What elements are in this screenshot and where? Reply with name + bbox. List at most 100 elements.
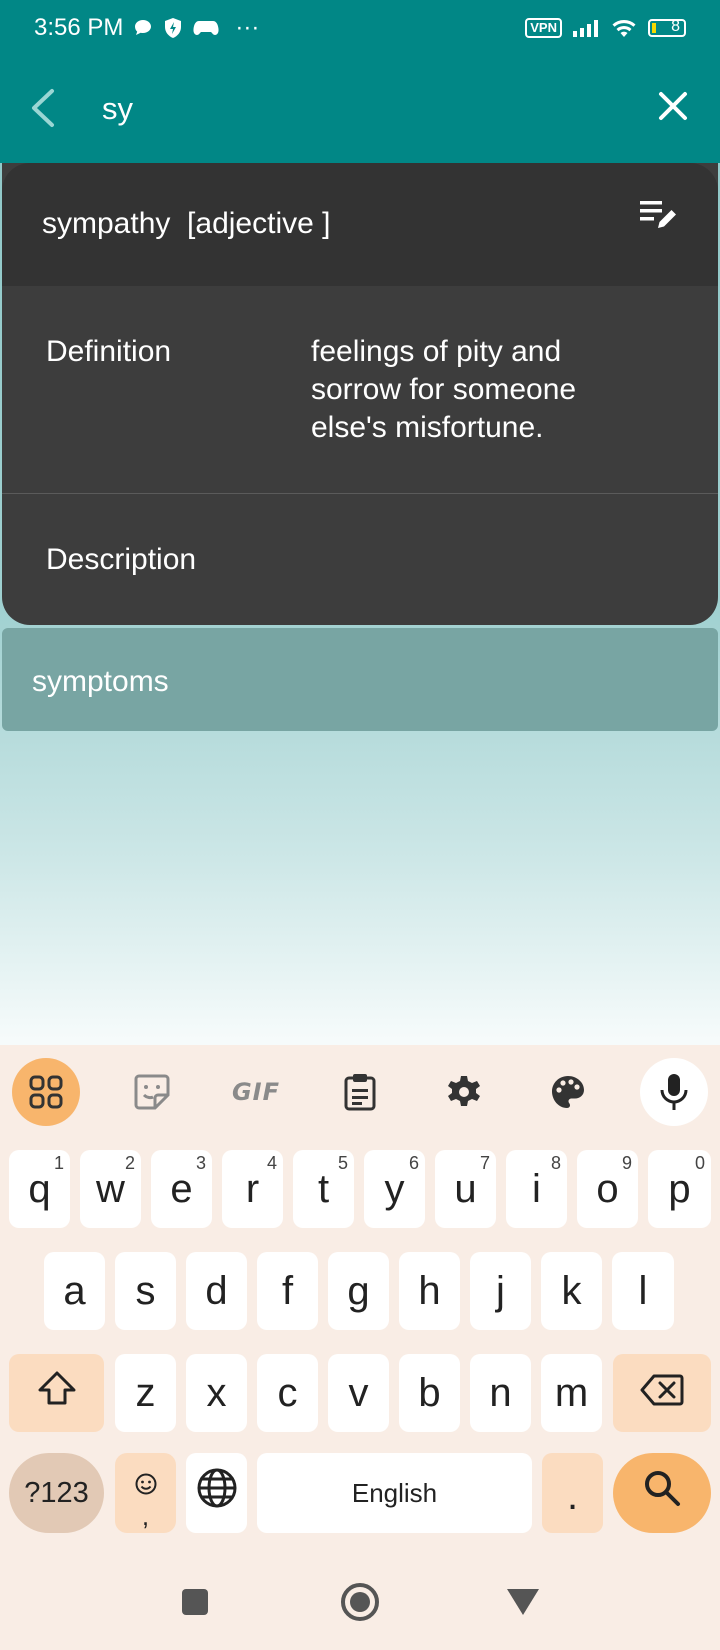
palette-icon[interactable] <box>534 1058 602 1126</box>
search-icon <box>643 1469 681 1517</box>
symbols-mode-key[interactable]: ?123 <box>9 1453 104 1533</box>
key-a[interactable]: a <box>44 1252 105 1330</box>
vpn-badge: VPN <box>525 17 562 38</box>
key-d[interactable]: d <box>186 1252 247 1330</box>
key-u[interactable]: u7 <box>435 1150 496 1228</box>
close-icon[interactable] <box>648 81 698 131</box>
key-y[interactable]: y6 <box>364 1150 425 1228</box>
key-i[interactable]: i8 <box>506 1150 567 1228</box>
key-n[interactable]: n <box>470 1354 531 1432</box>
system-nav-bar <box>0 1555 720 1650</box>
emoji-key[interactable]: , <box>115 1453 176 1533</box>
shield-bolt-icon <box>163 17 183 39</box>
key-g[interactable]: g <box>328 1252 389 1330</box>
key-c[interactable]: c <box>257 1354 318 1432</box>
key-z[interactable]: z <box>115 1354 176 1432</box>
back-chevron-icon[interactable] <box>18 83 68 133</box>
signal-icon <box>572 18 600 38</box>
game-controller-icon <box>193 18 219 38</box>
key-f[interactable]: f <box>257 1252 318 1330</box>
key-label: e <box>170 1166 193 1211</box>
key-x[interactable]: x <box>186 1354 247 1432</box>
key-l[interactable]: l <box>612 1252 674 1330</box>
key-label: o <box>596 1166 619 1211</box>
key-b[interactable]: b <box>399 1354 460 1432</box>
sticker-icon[interactable] <box>118 1058 186 1126</box>
backspace-icon <box>640 1371 684 1416</box>
status-bar: 3:56 PM ··· VPN 8 <box>0 0 720 55</box>
battery-fill <box>652 22 656 33</box>
definition-label: Definition <box>46 335 172 368</box>
key-hint: 5 <box>337 1153 348 1173</box>
key-m[interactable]: m <box>541 1354 602 1432</box>
wifi-icon <box>610 17 638 39</box>
space-label: English <box>351 1477 438 1508</box>
key-hint: 7 <box>479 1153 490 1173</box>
status-right: VPN 8 <box>525 17 686 39</box>
smiley-icon <box>134 1461 158 1506</box>
key-o[interactable]: o9 <box>577 1150 638 1228</box>
key-label: p <box>668 1166 691 1211</box>
key-t[interactable]: t5 <box>293 1150 354 1228</box>
key-j[interactable]: j <box>470 1252 531 1330</box>
key-label: i <box>532 1166 541 1211</box>
key-e[interactable]: e3 <box>151 1150 212 1228</box>
card-divider <box>2 493 718 494</box>
description-label: Description <box>46 543 197 576</box>
mic-icon[interactable] <box>640 1058 708 1126</box>
backspace-key[interactable] <box>613 1354 711 1432</box>
shift-arrow-icon <box>37 1370 77 1416</box>
battery-body: 8 <box>648 17 686 37</box>
shift-key[interactable] <box>9 1354 104 1432</box>
key-label: r <box>245 1166 260 1211</box>
key-k[interactable]: k <box>541 1252 602 1330</box>
key-q[interactable]: q1 <box>9 1150 70 1228</box>
back-triangle-icon[interactable] <box>498 1577 548 1627</box>
battery-icon: 8 <box>648 17 686 37</box>
key-w[interactable]: w2 <box>80 1150 141 1228</box>
status-more-dots: ··· <box>235 13 260 41</box>
edit-list-icon[interactable] <box>636 193 680 237</box>
chat-bubble-icon <box>133 18 153 38</box>
key-hint: 9 <box>621 1153 632 1173</box>
key-hint: 6 <box>408 1153 419 1173</box>
status-time: 3:56 PM <box>34 13 124 41</box>
card-header: sympathy [adjective ] <box>2 163 718 286</box>
key-h[interactable]: h <box>399 1252 460 1330</box>
recents-square-icon[interactable] <box>170 1577 220 1627</box>
keyboard-toolbar: GIF <box>0 1045 720 1135</box>
key-label: q <box>28 1166 51 1211</box>
gif-button[interactable]: GIF <box>222 1058 290 1126</box>
key-hint: 2 <box>124 1153 135 1173</box>
comma-label: , <box>141 1500 150 1531</box>
key-hint: 4 <box>266 1153 277 1173</box>
search-input[interactable] <box>102 85 602 133</box>
key-v[interactable]: v <box>328 1354 389 1432</box>
space-key[interactable]: English <box>257 1453 532 1533</box>
suggestion-item[interactable]: symptoms <box>2 628 718 731</box>
period-key[interactable]: . <box>542 1453 603 1533</box>
key-label: t <box>317 1166 330 1211</box>
key-s[interactable]: s <box>115 1252 176 1330</box>
key-hint: 1 <box>53 1153 64 1173</box>
search-app-bar <box>0 55 720 163</box>
settings-gear-icon[interactable] <box>430 1058 498 1126</box>
key-hint: 8 <box>550 1153 561 1173</box>
gif-label: GIF <box>231 1078 281 1106</box>
key-label: y <box>384 1166 405 1211</box>
clipboard-icon[interactable] <box>326 1058 394 1126</box>
home-circle-icon[interactable] <box>335 1577 385 1627</box>
apps-grid-icon[interactable] <box>12 1058 80 1126</box>
search-action-key[interactable] <box>613 1453 711 1533</box>
word-title: sympathy [adjective ] <box>42 207 331 240</box>
key-hint: 0 <box>694 1153 705 1173</box>
key-r[interactable]: r4 <box>222 1150 283 1228</box>
battery-level: 8 <box>671 17 680 35</box>
language-key[interactable] <box>186 1453 247 1533</box>
status-left: 3:56 PM ··· <box>34 14 259 42</box>
key-p[interactable]: p0 <box>648 1150 711 1228</box>
definition-text: feelings of pity and sorrow for someone … <box>311 335 577 444</box>
key-label: w <box>96 1166 125 1211</box>
globe-icon <box>196 1467 238 1519</box>
word-result-card[interactable]: sympathy [adjective ] Definition feeling… <box>2 163 718 625</box>
